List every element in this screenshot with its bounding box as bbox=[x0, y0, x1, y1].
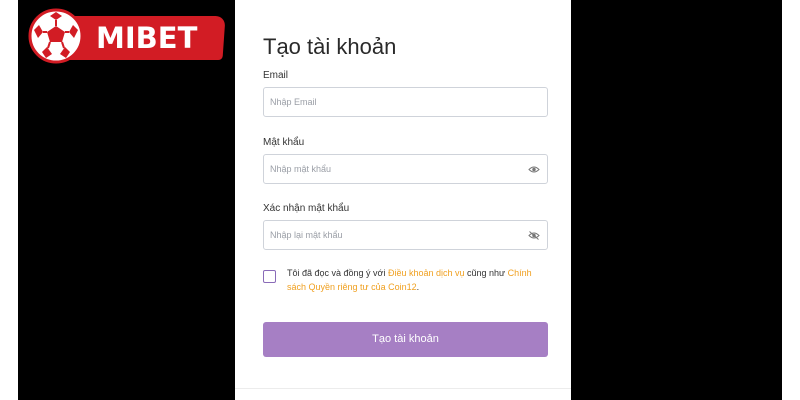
password-field-wrapper bbox=[263, 154, 548, 184]
email-label: Email bbox=[263, 70, 289, 81]
terms-suffix-text: . bbox=[416, 282, 420, 292]
page-title: Tạo tài khoản bbox=[263, 34, 397, 59]
confirm-password-field-wrapper bbox=[263, 220, 548, 250]
confirm-password-label: Xác nhận mật khẩu bbox=[263, 203, 350, 214]
soccer-ball-icon bbox=[28, 8, 84, 64]
terms-middle-text: cũng như bbox=[464, 268, 508, 278]
screen: MIBET Tạo tài khoản Email Mật khẩu Xác n… bbox=[0, 0, 800, 400]
divider bbox=[235, 388, 571, 389]
password-label: Mật khẩu bbox=[263, 137, 305, 148]
terms-text: Tôi đã đọc và đồng ý với Điều khoản dịch… bbox=[287, 266, 549, 294]
eye-icon[interactable] bbox=[528, 230, 540, 241]
terms-prefix-text: Tôi đã đọc và đồng ý với bbox=[287, 268, 388, 278]
email-field[interactable] bbox=[264, 88, 547, 116]
confirm-password-field[interactable] bbox=[264, 221, 547, 249]
password-field[interactable] bbox=[264, 155, 547, 183]
terms-of-service-link[interactable]: Điều khoản dịch vụ bbox=[388, 268, 465, 278]
agree-checkbox[interactable] bbox=[263, 270, 276, 283]
mibet-logo: MIBET bbox=[26, 8, 226, 64]
email-field-wrapper bbox=[263, 87, 548, 117]
create-account-button[interactable]: Tạo tài khoản bbox=[263, 322, 548, 357]
signup-panel: Tạo tài khoản Email Mật khẩu Xác nhận mậ… bbox=[235, 0, 571, 400]
eye-icon[interactable] bbox=[528, 164, 540, 175]
brand-name: MIBET bbox=[96, 21, 198, 55]
